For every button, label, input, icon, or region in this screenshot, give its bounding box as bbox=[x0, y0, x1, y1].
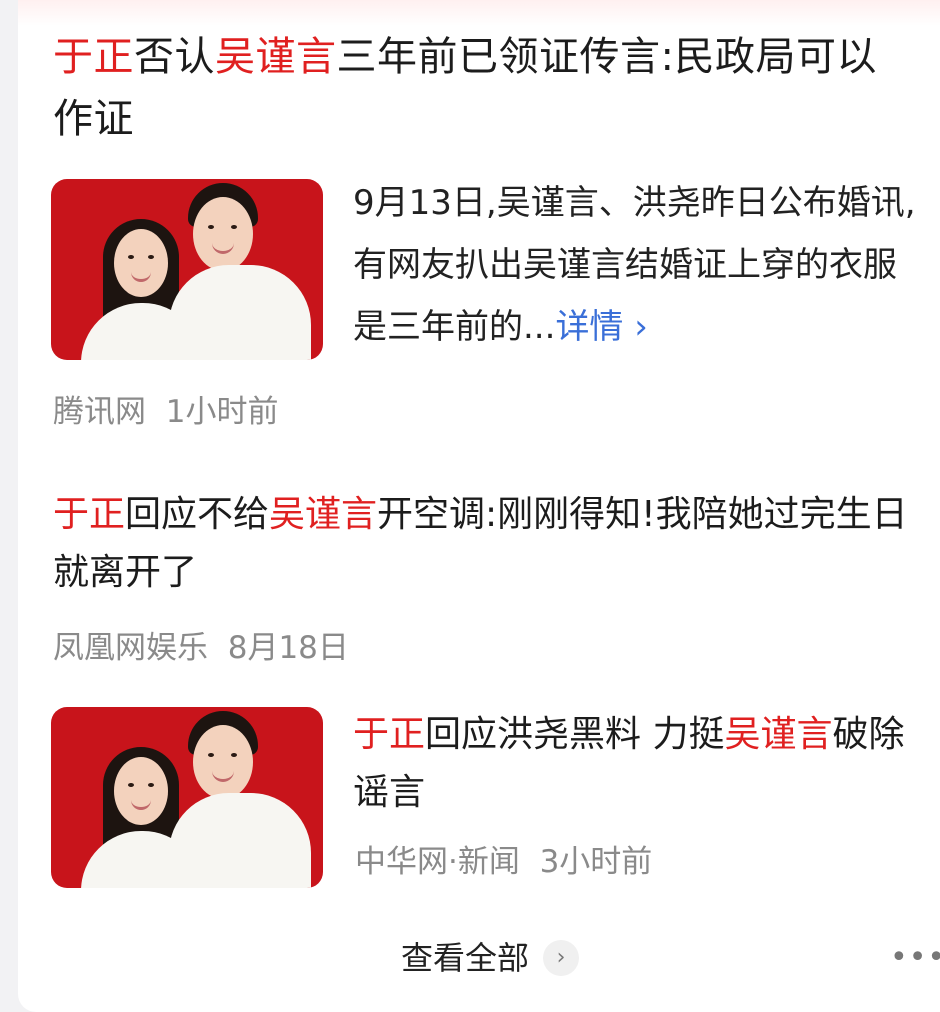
view-all-button[interactable]: 查看全部 › bbox=[401, 936, 580, 980]
thumbnail-figure bbox=[148, 255, 154, 259]
title-text: 回应洪尧黑料 力挺 bbox=[425, 714, 725, 755]
article-3-meta: 中华网·新闻 3小时前 bbox=[355, 842, 652, 882]
publish-time: 1小时前 bbox=[165, 394, 279, 430]
keyword-highlight: 于正 bbox=[353, 714, 426, 755]
thumbnail-figure bbox=[128, 783, 134, 787]
chevron-right-icon: › bbox=[543, 940, 580, 976]
source-name: 中华网·新闻 bbox=[355, 844, 520, 880]
keyword-highlight: 吴谨言 bbox=[269, 494, 378, 535]
article-1-thumbnail[interactable] bbox=[51, 179, 323, 360]
keyword-highlight: 吴谨言 bbox=[215, 34, 337, 80]
details-link[interactable]: 详情 › bbox=[555, 307, 647, 347]
article-3-thumbnail[interactable] bbox=[51, 707, 323, 888]
keyword-highlight: 于正 bbox=[53, 494, 126, 535]
thumbnail-figure bbox=[114, 757, 168, 825]
publish-time: 3小时前 bbox=[539, 844, 653, 880]
source-name: 腾讯网 bbox=[53, 394, 146, 430]
article-1-summary[interactable]: 9月13日,吴谨言、洪尧昨日公布婚讯,有网友扒出吴谨言结婚证上穿的衣服是三年前的… bbox=[353, 172, 928, 358]
view-all-label: 查看全部 bbox=[401, 939, 530, 977]
article-2-title[interactable]: 于正回应不给吴谨言开空调:刚刚得知!我陪她过完生日就离开了 bbox=[53, 486, 913, 602]
details-label: 详情 bbox=[555, 307, 624, 347]
source-name: 凤凰网娱乐 bbox=[53, 630, 208, 666]
more-dots-icon[interactable]: ••• bbox=[890, 940, 940, 975]
thumbnail-figure bbox=[169, 793, 311, 888]
article-2-meta: 凤凰网娱乐 8月18日 bbox=[53, 628, 349, 668]
thumbnail-figure bbox=[169, 265, 311, 360]
article-1-meta: 腾讯网 1小时前 bbox=[53, 392, 278, 432]
article-1-title[interactable]: 于正否认吴谨言三年前已领证传言:民政局可以作证 bbox=[53, 26, 913, 150]
thumbnail-figure bbox=[148, 783, 154, 787]
article-3-title[interactable]: 于正回应洪尧黑料 力挺吴谨言破除谣言 bbox=[353, 706, 913, 822]
chevron-right-icon: › bbox=[634, 307, 648, 347]
thumbnail-figure bbox=[128, 255, 134, 259]
thumbnail-figure bbox=[231, 753, 237, 757]
keyword-highlight: 吴谨言 bbox=[724, 714, 833, 755]
keyword-highlight: 于正 bbox=[53, 34, 134, 80]
thumbnail-figure bbox=[231, 225, 237, 229]
thumbnail-figure bbox=[193, 725, 253, 799]
news-card: 于正否认吴谨言三年前已领证传言:民政局可以作证 9月13日,吴谨言、洪尧昨日公布… bbox=[18, 0, 940, 1012]
thumbnail-figure bbox=[208, 753, 214, 757]
thumbnail-figure bbox=[114, 229, 168, 297]
title-text: 否认 bbox=[134, 34, 215, 80]
publish-time: 8月18日 bbox=[227, 630, 349, 666]
thumbnail-figure bbox=[208, 225, 214, 229]
thumbnail-figure bbox=[193, 197, 253, 271]
title-text: 回应不给 bbox=[125, 494, 270, 535]
